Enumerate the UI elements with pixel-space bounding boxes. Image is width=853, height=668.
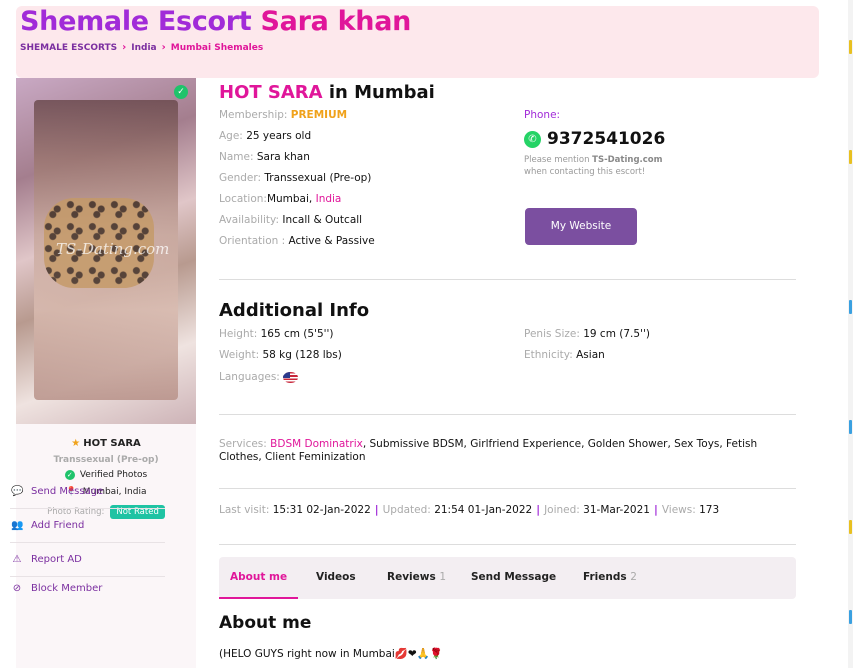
page-header: Shemale Escort Sara khan SHEMALE ESCORTS… xyxy=(16,6,819,78)
profile-heading: HOT SARA in Mumbai xyxy=(219,82,435,103)
age-row: Age: 25 years old xyxy=(219,130,312,142)
location-row: Location:Mumbai, India xyxy=(219,193,342,205)
right-scrollbar[interactable] xyxy=(848,0,853,668)
tab-about-me[interactable]: About me xyxy=(219,557,299,599)
activity-stats: Last visit: 15:31 02-Jan-2022 | Updated: 2… xyxy=(219,504,720,516)
name-row: Name: Sara khan xyxy=(219,151,310,163)
block-member-link[interactable]: ⊘ Block Member xyxy=(10,577,165,597)
divider xyxy=(219,544,796,545)
warning-icon: ⚠ xyxy=(12,554,22,565)
us-flag-icon xyxy=(283,371,299,383)
block-icon: ⊘ xyxy=(12,583,22,594)
services-row: Services: BDSM Dominatrix, Submissive BD… xyxy=(219,438,758,463)
tab-reviews[interactable]: Reviews 1 xyxy=(387,557,446,599)
availability-row: Availability: Incall & Outcall xyxy=(219,214,363,226)
membership-value: PREMIUM xyxy=(290,109,348,121)
penis-size-row: Penis Size: 19 cm (7.5'') xyxy=(524,328,650,340)
chevron-right-icon: › xyxy=(122,42,127,53)
tab-friends[interactable]: Friends 2 xyxy=(583,557,637,599)
my-website-button[interactable]: My Website xyxy=(525,208,637,245)
breadcrumb-item-mumbai[interactable]: Mumbai Shemales xyxy=(171,43,263,53)
orientation-row: Orientation : Active & Passive xyxy=(219,235,375,247)
whatsapp-icon: ✆ xyxy=(524,130,541,148)
weight-row: Weight: 58 kg (128 lbs) xyxy=(219,349,342,361)
mention-note: Please mention TS-Dating.com when contac… xyxy=(524,155,663,177)
service-link[interactable]: BDSM Dominatrix xyxy=(270,438,363,450)
side-menu: 💬 Send Message 👥 Add Friend ⚠ Report AD ⊘ Bl… xyxy=(10,475,165,597)
about-me-text: (HELO GUYS right now in Mumbai💋❤🙏🌹 xyxy=(219,648,443,660)
breadcrumb-item-shemale-escorts[interactable]: SHEMALE ESCORTS xyxy=(20,43,117,53)
chat-icon: 💬 xyxy=(11,486,24,497)
users-icon: 👥 xyxy=(11,520,24,531)
profile-main: HOT SARA in Mumbai Membership: PREMIUM A… xyxy=(219,78,796,668)
languages-row: Languages: xyxy=(219,371,299,383)
additional-info-heading: Additional Info xyxy=(219,300,370,321)
page-title: Shemale Escort Sara khan xyxy=(20,6,412,37)
report-ad-link[interactable]: ⚠ Report AD xyxy=(10,543,165,577)
verified-check-icon: ✓ xyxy=(174,85,188,99)
divider xyxy=(219,279,796,280)
about-me-heading: About me xyxy=(219,613,312,633)
location-country-link[interactable]: India xyxy=(316,193,342,205)
chevron-right-icon: › xyxy=(161,42,166,53)
tab-videos[interactable]: Videos xyxy=(316,557,356,599)
profile-photo[interactable]: TS-Dating.com ✓ xyxy=(16,78,196,424)
phone-label: Phone: xyxy=(524,109,561,121)
profile-tabs: About me Videos Reviews 1 Send Message F… xyxy=(219,557,796,599)
phone-number[interactable]: ✆ 9372541026 xyxy=(524,129,665,149)
profile-gender: Transsexual (Pre-op) xyxy=(53,455,159,465)
gender-row: Gender: Transsexual (Pre-op) xyxy=(219,172,372,184)
membership-row: Membership: PREMIUM xyxy=(219,109,348,121)
divider xyxy=(219,488,796,489)
divider xyxy=(219,414,796,415)
add-friend-link[interactable]: 👥 Add Friend xyxy=(10,509,165,543)
ethnicity-row: Ethnicity: Asian xyxy=(524,349,605,361)
profile-name: ★ HOT SARA xyxy=(71,438,141,449)
breadcrumb: SHEMALE ESCORTS › India › Mumbai Shemale… xyxy=(20,42,263,53)
star-icon: ★ xyxy=(71,438,81,449)
photo-watermark: TS-Dating.com xyxy=(56,240,170,258)
height-row: Height: 165 cm (5'5'') xyxy=(219,328,334,340)
send-message-link[interactable]: 💬 Send Message xyxy=(10,475,165,509)
tab-send-message[interactable]: Send Message xyxy=(471,557,556,599)
breadcrumb-item-india[interactable]: India xyxy=(131,43,156,53)
